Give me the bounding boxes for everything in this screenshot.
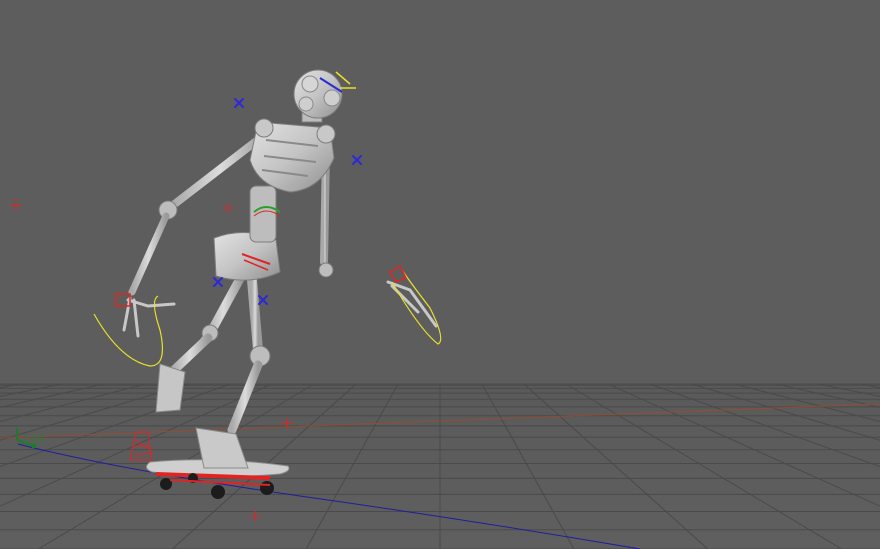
robot-arm-right[interactable] — [318, 146, 438, 328]
cross-locator-icon — [213, 277, 223, 287]
cross-locator-icon — [10, 199, 22, 211]
cross-locator-icon — [234, 98, 244, 108]
cross-locator-icon — [258, 295, 268, 305]
viewport-scene[interactable] — [0, 0, 880, 549]
3d-viewport[interactable]: 130 — [0, 0, 880, 549]
cross-locator-icon — [352, 155, 362, 165]
frame-number-label: 130 — [23, 433, 44, 446]
robot-head[interactable] — [293, 69, 356, 123]
robot-spine[interactable] — [249, 185, 281, 243]
cross-locator-icon — [222, 202, 234, 214]
